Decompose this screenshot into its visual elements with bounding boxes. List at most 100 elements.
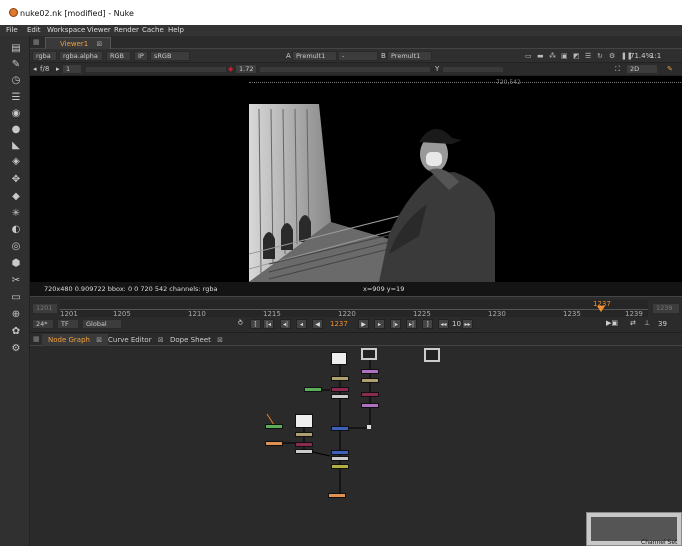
gain-dropper-icon[interactable]: ◈ [228, 65, 233, 73]
node-roto[interactable] [304, 387, 322, 392]
roi-icon[interactable]: ▭ [525, 52, 532, 60]
node-copy[interactable] [361, 403, 379, 408]
guides-icon[interactable]: ◩ [573, 52, 580, 60]
settings-gear-icon[interactable]: ⚙ [609, 52, 615, 60]
view-mode-icon[interactable]: ⛶ [615, 65, 620, 74]
node-premult[interactable] [331, 464, 349, 469]
node-shuffle[interactable] [361, 369, 379, 374]
close-icon[interactable]: ⊠ [158, 336, 164, 344]
read-node-thumbnail-4[interactable] [295, 414, 313, 428]
menu-render[interactable]: Render [114, 26, 139, 34]
node-transform-2[interactable] [331, 450, 349, 455]
gamma-slider[interactable] [260, 67, 430, 72]
ip-toggle[interactable]: IP [134, 51, 148, 61]
list-icon[interactable]: ☰ [585, 52, 591, 60]
read-node-thumbnail-2[interactable] [361, 348, 377, 360]
particles-tools-icon[interactable]: ✳ [10, 208, 22, 220]
input-b-dropdown[interactable]: Premult1 [387, 51, 432, 61]
node-grade-2[interactable] [295, 432, 313, 437]
play-forward-button[interactable]: ▶ [358, 319, 369, 329]
loop-icon[interactable]: ⥁ [238, 319, 243, 327]
last-frame-button[interactable]: ▸| [406, 319, 417, 329]
timeline-end-field[interactable]: 1239 [652, 303, 680, 314]
playback-mode-icon[interactable]: ⇄ [630, 319, 636, 327]
menu-workspace[interactable]: Workspace [47, 26, 85, 34]
flipbook-icon[interactable]: ▶▣ [606, 319, 618, 327]
menu-viewer[interactable]: Viewer [87, 26, 111, 34]
settings-tools-icon[interactable]: ⚙ [10, 343, 22, 355]
next-keyframe-button[interactable]: |▸ [390, 319, 401, 329]
draw-tools-icon[interactable]: ✎ [10, 59, 22, 71]
alpha-channel-dropdown[interactable]: rgba.alpha [59, 51, 103, 61]
zoom-percentage[interactable]: 71.4% [630, 52, 652, 60]
menu-file[interactable]: File [6, 26, 18, 34]
node-grade[interactable] [331, 376, 349, 381]
toolsets-icon[interactable]: ✂ [10, 275, 22, 287]
gain-field[interactable]: 1.72 [235, 64, 257, 74]
node-colorcorrect[interactable] [361, 378, 379, 383]
prev-keyframe-button[interactable]: ◂| [280, 319, 291, 329]
node-merge-2[interactable] [361, 392, 379, 397]
read-node-thumbnail[interactable] [331, 352, 347, 365]
metadata-tools-icon[interactable]: ⬢ [10, 258, 22, 270]
refresh-icon[interactable]: ↻ [597, 52, 603, 60]
node-roto-2[interactable] [265, 424, 283, 429]
step-forward-button[interactable]: ▸ [374, 319, 385, 329]
color-tools-icon[interactable]: ◉ [10, 108, 22, 120]
other-tools-icon[interactable]: ▭ [10, 292, 22, 304]
timeline-start-field[interactable]: 1201 [32, 303, 58, 314]
zoom-ratio[interactable]: 1:1 [650, 52, 661, 60]
bracket-in-button[interactable]: [ [250, 319, 261, 329]
node-crop-2[interactable] [295, 449, 313, 454]
filter-tools-icon[interactable]: ● [10, 124, 22, 136]
compare-mode-dropdown[interactable]: - [338, 51, 378, 61]
node-transform[interactable] [331, 426, 349, 431]
fstop-forward-icon[interactable]: ▸ [56, 65, 60, 73]
node-merge-3[interactable] [295, 442, 313, 447]
gain-slider[interactable] [86, 67, 226, 72]
close-icon[interactable]: ⊠ [217, 336, 223, 344]
time-format-dropdown[interactable]: TF [57, 319, 79, 329]
overlay-icon[interactable]: ▬ [537, 52, 544, 60]
y-slider[interactable] [443, 67, 503, 72]
menu-cache[interactable]: Cache [142, 26, 164, 34]
display-mode-dropdown[interactable]: RGB [106, 51, 131, 61]
node-merge[interactable] [331, 387, 349, 392]
furnace-tools-icon[interactable]: ⊕ [10, 309, 22, 321]
fstop-value[interactable]: f/8 [40, 65, 49, 73]
time-tools-icon[interactable]: ◷ [10, 75, 22, 87]
node-graph-canvas[interactable]: Channel Set [30, 346, 682, 546]
tab-node-graph[interactable]: Node Graph ⊠ [42, 334, 109, 346]
bracket-out-button[interactable]: ] [422, 319, 433, 329]
view-mode-dropdown[interactable]: 2D [626, 64, 658, 74]
channels-dropdown[interactable]: rgba [32, 51, 57, 61]
3d-tools-icon[interactable]: ◆ [10, 191, 22, 203]
first-frame-button[interactable]: |◂ [263, 319, 274, 329]
close-icon[interactable]: ⊠ [96, 40, 102, 48]
tab-viewer1[interactable]: Viewer1 ⊠ [45, 37, 112, 49]
fstop-back-icon[interactable]: ◂ [33, 65, 37, 73]
play-backward-button[interactable]: ◀ [312, 319, 323, 329]
node-crop[interactable] [331, 394, 349, 399]
jump-forward-button[interactable]: ▸▸ [462, 319, 473, 329]
channel-tools-icon[interactable]: ☰ [10, 92, 22, 104]
timeline-ruler[interactable]: 1201 1205 1210 1215 1220 1225 1230 1235 … [60, 300, 648, 318]
deep-tools-icon[interactable]: ◐ [10, 224, 22, 236]
node-graph-minimap[interactable]: Channel Set [586, 512, 682, 546]
clipping-warning-icon[interactable]: ⁂ [549, 52, 556, 60]
node-reformat[interactable] [331, 456, 349, 461]
pane-menu-icon[interactable]: ▦ [33, 38, 40, 46]
paint-icon[interactable]: ✎ [667, 65, 673, 73]
tab-curve-editor[interactable]: Curve Editor ⊠ [102, 334, 170, 346]
current-frame-field[interactable]: 1237 [330, 320, 348, 328]
increment-field[interactable]: 10 [452, 320, 461, 328]
menu-help[interactable]: Help [168, 26, 184, 34]
viewer-canvas[interactable]: 720,542 [30, 76, 682, 282]
node-blur[interactable] [265, 441, 283, 446]
pane-menu-icon[interactable]: ▦ [33, 335, 40, 343]
read-node-thumbnail-3[interactable] [424, 348, 440, 362]
tab-dope-sheet[interactable]: Dope Sheet ⊠ [164, 334, 229, 346]
transform-tools-icon[interactable]: ✥ [10, 174, 22, 186]
step-back-button[interactable]: ◂ [296, 319, 307, 329]
viewer-lut-dropdown[interactable]: sRGB [150, 51, 190, 61]
